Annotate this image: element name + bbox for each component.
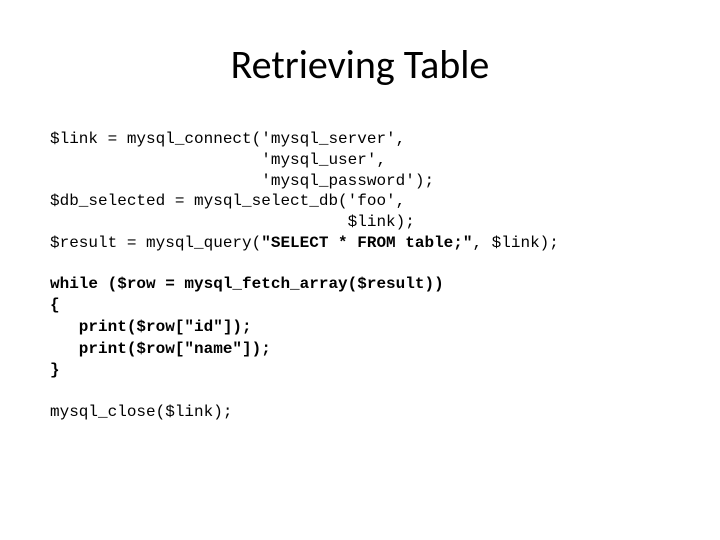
code-line-1: $link = mysql_connect('mysql_server', xyxy=(50,130,405,148)
while-line-4: print($row["name"]); xyxy=(50,340,271,358)
code-block-close: mysql_close($link); xyxy=(50,402,670,423)
slide-title: Retrieving Table xyxy=(50,40,670,89)
code-line-2: 'mysql_user', xyxy=(50,151,386,169)
code-block-connect: $link = mysql_connect('mysql_server', 'm… xyxy=(50,129,670,254)
code-block-while: while ($row = mysql_fetch_array($result)… xyxy=(50,274,670,382)
code-line-6-query: "SELECT * FROM table;" xyxy=(261,234,472,252)
while-line-1: while ($row = mysql_fetch_array($result)… xyxy=(50,275,444,293)
code-line-4: $db_selected = mysql_select_db('foo', xyxy=(50,192,405,210)
while-line-5: } xyxy=(50,361,60,379)
while-line-3: print($row["id"]); xyxy=(50,318,252,336)
code-line-3: 'mysql_password'); xyxy=(50,172,434,190)
code-line-5: $link); xyxy=(50,213,415,231)
code-line-6c: , $link); xyxy=(472,234,558,252)
while-line-2: { xyxy=(50,296,60,314)
close-line: mysql_close($link); xyxy=(50,403,232,421)
code-line-6a: $result = mysql_query( xyxy=(50,234,261,252)
